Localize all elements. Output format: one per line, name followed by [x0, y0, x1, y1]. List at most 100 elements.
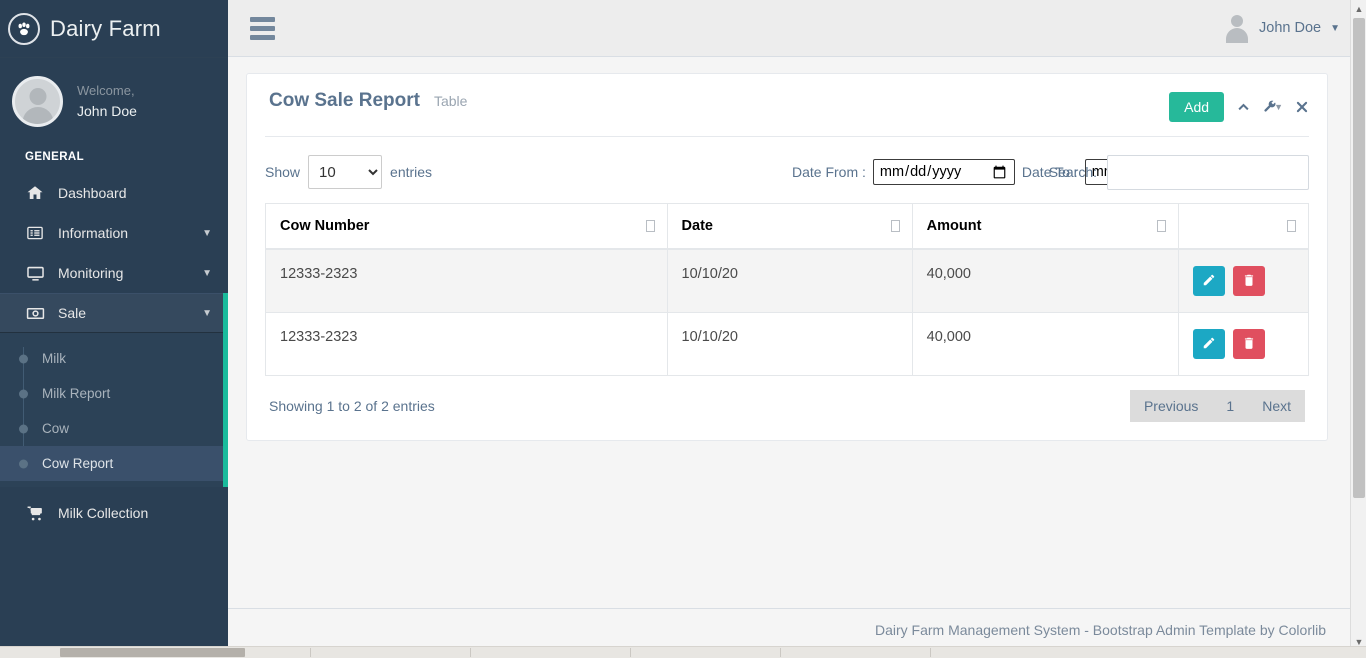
sidebar-subitem-cow-report[interactable]: Cow Report — [0, 446, 228, 481]
search-input[interactable] — [1107, 154, 1309, 190]
column-header-cow-number[interactable]: Cow Number — [265, 203, 668, 250]
table-row: 12333-2323 10/10/20 40,000 — [265, 312, 1310, 376]
sort-icon — [1156, 220, 1166, 232]
money-icon — [24, 304, 46, 323]
brand-title: Dairy Farm — [50, 15, 161, 41]
sidebar-item-label: Dashboard — [58, 185, 127, 201]
cell-amount: 40,000 — [911, 248, 1179, 313]
entries-label: entries — [390, 164, 433, 180]
sidebar-item-information[interactable]: Information ▼ — [0, 213, 228, 253]
page-footer: Dairy Farm Management System - Bootstrap… — [228, 608, 1366, 650]
cow-sale-report-card: Cow Sale Report Table Add ▼ Show 10 entr… — [246, 73, 1328, 441]
caret-down-icon: ▼ — [1274, 102, 1283, 112]
sidebar: Dairy Farm Welcome, John Doe GENERAL Das… — [0, 0, 228, 650]
sidebar-item-label: Sale — [58, 305, 87, 321]
sort-icon — [1287, 220, 1296, 232]
cell-actions — [1177, 248, 1310, 313]
monitor-icon — [24, 264, 46, 283]
sidebar-subitem-milk-report[interactable]: Milk Report — [0, 376, 228, 411]
sidebar-item-label: Monitoring — [58, 265, 124, 281]
edit-button[interactable] — [1192, 329, 1225, 359]
list-icon — [24, 224, 46, 242]
content-area: Cow Sale Report Table Add ▼ Show 10 entr… — [228, 57, 1366, 608]
column-label: Amount — [926, 218, 982, 234]
sidebar-submenu-sale: Milk Milk Report Cow Cow Report — [0, 333, 228, 487]
sort-icon — [890, 220, 900, 232]
application-root: Dairy Farm Welcome, John Doe GENERAL Das… — [0, 0, 1366, 658]
pencil-icon — [1202, 336, 1216, 353]
pagination: Previous 1 Next — [1129, 390, 1305, 422]
edit-button[interactable] — [1192, 266, 1225, 296]
delete-button[interactable] — [1232, 329, 1265, 359]
table-header-row: Cow Number Date Amount — [265, 203, 1310, 250]
chevron-down-icon: ▼ — [202, 307, 212, 319]
column-header-amount[interactable]: Amount — [911, 203, 1179, 250]
close-icon[interactable] — [1295, 100, 1309, 114]
main-area: John Doe ▼ Cow Sale Report Table Add ▼ S… — [228, 0, 1366, 650]
page-length-select[interactable]: 102550100 — [308, 155, 383, 189]
footer-text: Dairy Farm Management System - Bootstrap… — [874, 621, 1326, 638]
caret-down-icon: ▼ — [1330, 22, 1340, 34]
table-row: 12333-2323 10/10/20 40,000 — [265, 248, 1310, 313]
sidebar-item-label: Milk Collection — [58, 505, 149, 521]
add-button[interactable]: Add — [1169, 92, 1225, 122]
sidebar-subitem-label: Cow Report — [42, 456, 114, 471]
user-name: John Doe — [1259, 20, 1322, 36]
avatar — [12, 76, 63, 127]
sidebar-item-dashboard[interactable]: Dashboard — [0, 173, 228, 213]
show-label: Show — [265, 164, 301, 180]
horizontal-scrollbar[interactable] — [0, 646, 1366, 658]
cell-date: 10/10/20 — [666, 248, 913, 313]
date-from-label: Date From : — [792, 164, 866, 180]
chevron-down-icon: ▼ — [202, 227, 212, 239]
cell-date: 10/10/20 — [666, 312, 913, 376]
pagination-next[interactable]: Next — [1248, 390, 1305, 422]
cell-amount: 40,000 — [911, 312, 1179, 376]
wrench-icon[interactable]: ▼ — [1263, 100, 1283, 114]
pencil-icon — [1202, 273, 1216, 290]
table-footer: Showing 1 to 2 of 2 entries Previous 1 N… — [265, 376, 1309, 426]
welcome-label: Welcome, — [77, 83, 135, 99]
sidebar-item-label: Information — [58, 225, 129, 241]
cart-icon — [24, 504, 46, 523]
cell-cow-number: 12333-2323 — [265, 312, 668, 376]
brand[interactable]: Dairy Farm — [0, 0, 228, 58]
entries-info: Showing 1 to 2 of 2 entries — [269, 398, 435, 414]
page-title: Cow Sale Report — [269, 90, 420, 111]
sidebar-subitem-label: Cow — [42, 421, 70, 436]
sidebar-subitem-cow[interactable]: Cow — [0, 411, 228, 446]
profile-name: John Doe — [77, 102, 137, 119]
top-navbar: John Doe ▼ — [228, 0, 1366, 57]
scrollbar-thumb[interactable] — [1353, 18, 1365, 498]
hamburger-icon[interactable] — [250, 16, 275, 40]
column-header-date[interactable]: Date — [666, 203, 913, 250]
column-header-actions[interactable] — [1177, 203, 1310, 250]
page-subtitle: Table — [433, 93, 468, 109]
pagination-previous[interactable]: Previous — [1130, 390, 1212, 422]
sidebar-subitem-milk[interactable]: Milk — [0, 341, 228, 376]
trash-icon — [1242, 336, 1256, 353]
sidebar-item-sale[interactable]: Sale ▼ — [0, 293, 228, 333]
card-body: Show 102550100 entries Date From : Date … — [247, 137, 1327, 440]
home-icon — [24, 184, 46, 202]
chevron-down-icon: ▼ — [202, 267, 212, 279]
column-label: Cow Number — [280, 218, 370, 234]
vertical-scrollbar[interactable]: ▲ ▼ — [1350, 0, 1366, 650]
scrollbar-thumb[interactable] — [60, 648, 245, 657]
cell-cow-number: 12333-2323 — [265, 248, 668, 313]
user-menu[interactable]: John Doe ▼ — [1224, 13, 1352, 43]
chevron-up-icon[interactable] — [1236, 100, 1251, 115]
sidebar-section-title: GENERAL — [25, 151, 85, 163]
sidebar-item-monitoring[interactable]: Monitoring ▼ — [0, 253, 228, 293]
date-from-input[interactable] — [872, 159, 1015, 185]
sidebar-item-milk-collection[interactable]: Milk Collection — [0, 493, 228, 533]
cell-actions — [1177, 312, 1310, 376]
sidebar-profile: Welcome, John Doe — [0, 58, 228, 137]
pagination-page-1[interactable]: 1 — [1212, 390, 1248, 422]
delete-button[interactable] — [1232, 266, 1265, 296]
table-controls: Show 102550100 entries Date From : Date … — [265, 149, 1309, 203]
page-length-control: Show 102550100 entries — [265, 155, 432, 189]
scroll-up-icon[interactable]: ▲ — [1351, 0, 1366, 17]
paw-icon — [8, 12, 40, 45]
cow-sale-table: Cow Number Date Amount 12333-2323 10/10/… — [265, 203, 1310, 376]
